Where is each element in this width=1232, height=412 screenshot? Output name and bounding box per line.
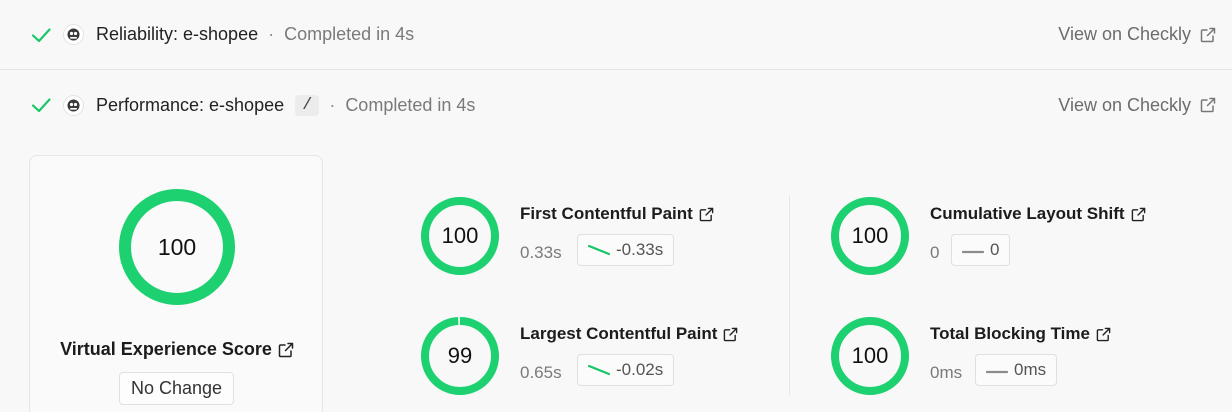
metric-value: 0 (930, 243, 940, 262)
metric-delta-value: 0ms (1014, 360, 1047, 379)
metric-name[interactable]: First Contentful Paint (520, 204, 714, 224)
external-link-icon (1200, 27, 1216, 42)
check-icon (31, 98, 51, 113)
metric-delta-value: 0 (990, 240, 1000, 259)
separator-dot: · (329, 94, 336, 115)
check-name: Reliability: e-shopee (96, 24, 259, 44)
trend-flat-icon (986, 370, 1008, 374)
external-link-icon (699, 207, 714, 221)
external-link-icon (1131, 207, 1145, 221)
metric-score: 100 (851, 223, 889, 248)
trend-down-icon (588, 364, 610, 376)
metric-first-contentful-paint: 100 First Contentful Paint 0.33s -0.33s (420, 196, 780, 280)
check-row-reliability: Reliability: e-shopee · Completed in 4s … (0, 0, 1232, 70)
ai-avatar-icon (63, 94, 84, 116)
metrics-divider (789, 195, 790, 395)
virtual-experience-score-card: 100 Virtual Experience Score No Change (29, 155, 323, 412)
metric-score: 100 (851, 343, 889, 368)
view-on-checkly-link[interactable]: View on Checkly (1058, 95, 1216, 116)
view-link-label: View on Checkly (1058, 94, 1191, 115)
metric-delta-badge: 0 (951, 234, 1011, 266)
completion-status: Completed in 4s (284, 24, 415, 44)
external-link-icon (724, 327, 738, 341)
metric-delta-value: -0.33s (616, 240, 664, 259)
external-link-icon (278, 342, 294, 357)
url-path-chip: / (295, 94, 320, 116)
metric-name[interactable]: Largest Contentful Paint (520, 324, 738, 344)
view-link-label: View on Checkly (1058, 24, 1191, 44)
ai-avatar-icon (63, 24, 84, 45)
metric-score: 99 (447, 343, 473, 368)
external-link-icon (1096, 327, 1111, 341)
score-value: 100 (157, 233, 197, 260)
metric-value: 0.33s (520, 243, 562, 262)
separator-dot: · (268, 24, 275, 44)
metric-name-label: Largest Contentful Paint (520, 324, 718, 343)
check-name: Performance: e-shopee (96, 94, 285, 115)
metric-delta-badge: -0.02s (577, 354, 675, 386)
metric-delta-value: -0.02s (616, 360, 664, 379)
metric-name[interactable]: Total Blocking Time (930, 324, 1111, 344)
trend-down-icon (588, 244, 610, 256)
metric-name-label: First Contentful Paint (520, 204, 693, 223)
check-icon (31, 27, 51, 42)
metric-value: 0.65s (520, 363, 562, 382)
check-row-performance: Performance: e-shopee / · Completed in 4… (0, 70, 1232, 140)
metric-name[interactable]: Cumulative Layout Shift (930, 204, 1146, 224)
metric-score: 100 (441, 223, 479, 248)
metric-delta-badge: 0ms (975, 354, 1058, 386)
metric-name-label: Cumulative Layout Shift (930, 204, 1125, 223)
score-change-badge: No Change (119, 372, 234, 405)
view-on-checkly-link[interactable]: View on Checkly (1058, 24, 1216, 45)
metric-value: 0ms (930, 363, 963, 382)
completion-status: Completed in 4s (345, 94, 476, 115)
metric-largest-contentful-paint: 99 Largest Contentful Paint 0.65s -0.02s (420, 316, 780, 400)
metric-name-label: Total Blocking Time (930, 324, 1090, 343)
external-link-icon (1200, 97, 1216, 113)
metric-cumulative-layout-shift: 100 Cumulative Layout Shift 0 0 (830, 196, 1190, 280)
row-title: Reliability: e-shopee · Completed in 4s (96, 24, 414, 45)
score-title-label: Virtual Experience Score (60, 339, 272, 359)
row-title: Performance: e-shopee / · Completed in 4… (96, 94, 476, 116)
trend-flat-icon (962, 250, 984, 254)
metric-delta-badge: -0.33s (577, 234, 675, 266)
score-title[interactable]: Virtual Experience Score (30, 339, 324, 360)
metric-total-blocking-time: 100 Total Blocking Time 0ms 0ms (830, 316, 1190, 400)
